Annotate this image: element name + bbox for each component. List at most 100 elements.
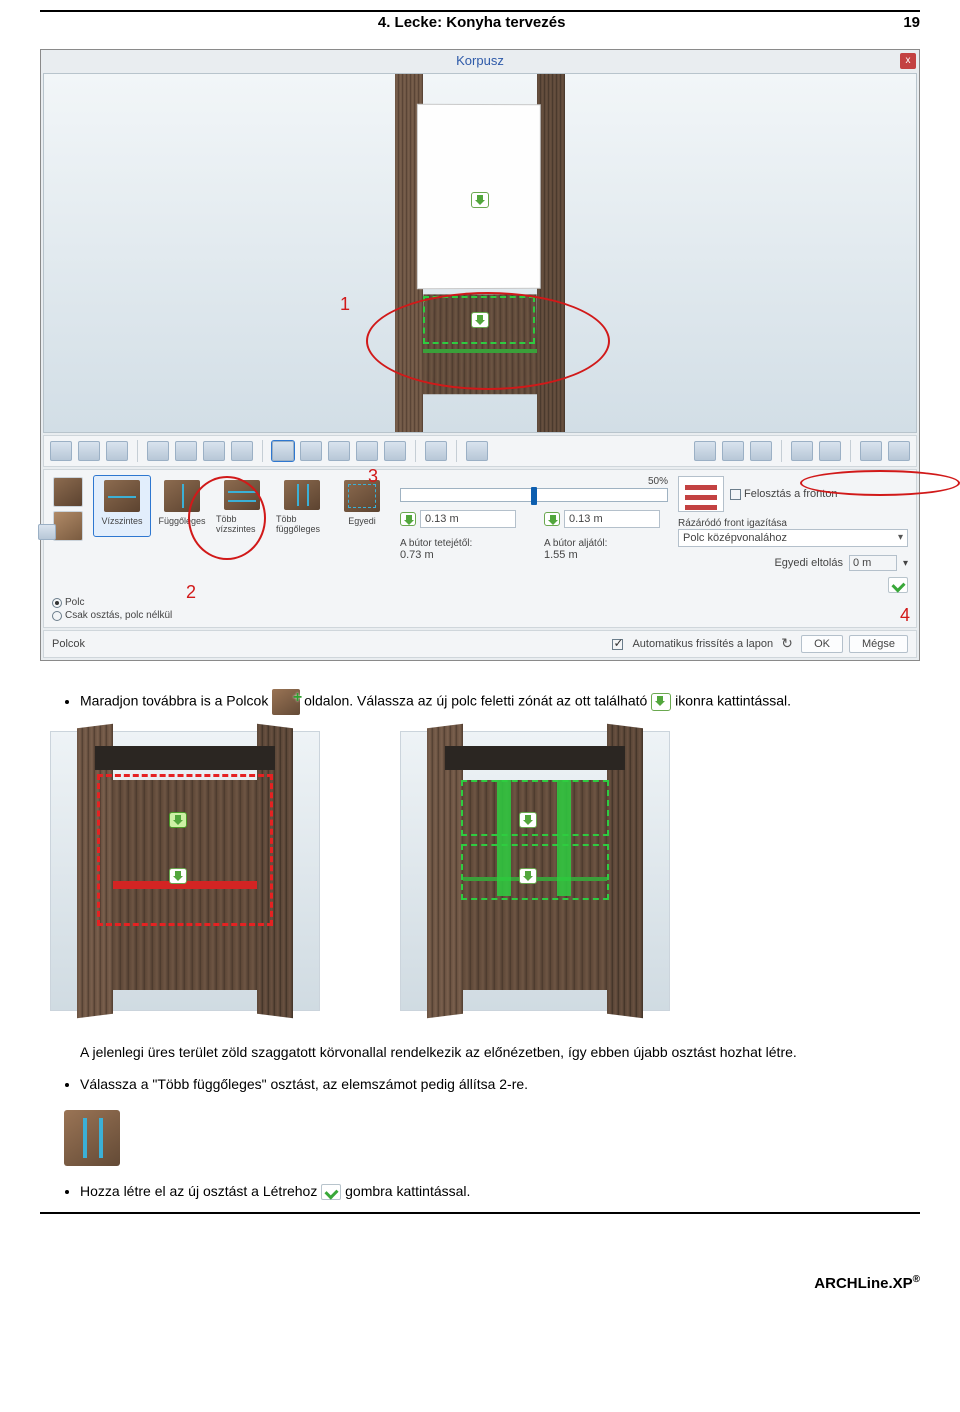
paragraph: A jelenlegi üres terület zöld szaggatott… <box>80 1041 920 1063</box>
middle-column: 50% 3 0.13 m 0.13 m A bútor <box>400 476 668 561</box>
create-check-button[interactable] <box>888 577 908 593</box>
footer-left-label: Polcok <box>52 638 85 650</box>
thumb-custom[interactable]: Egyedi <box>334 476 390 536</box>
radio-polc-row[interactable]: Polc <box>52 597 908 608</box>
radio-csak-osztas[interactable] <box>52 611 62 621</box>
zone-download-icon <box>169 868 187 884</box>
separator <box>415 440 416 462</box>
tool-icon[interactable] <box>722 441 744 461</box>
dim-right-input[interactable]: 0.13 m <box>564 510 660 528</box>
thumb-label: Vízszintes <box>101 516 142 526</box>
bullet-1: Maradjon továbbra is a Polcok oldalon. V… <box>80 689 920 715</box>
alignment-dropdown[interactable]: Polc középvonalához <box>678 529 908 547</box>
marker-3: 3 <box>368 466 378 487</box>
tool-icon-active[interactable] <box>272 441 294 461</box>
auto-refresh-checkbox[interactable] <box>612 639 623 650</box>
marker-4: 4 <box>900 605 910 626</box>
tool-icon[interactable] <box>384 441 406 461</box>
dim-right-field: 0.13 m <box>544 510 668 528</box>
tool-icon[interactable] <box>466 441 488 461</box>
separator <box>262 440 263 462</box>
tool-icon[interactable] <box>356 441 378 461</box>
zone-download-icon <box>519 812 537 828</box>
tool-icon[interactable] <box>147 441 169 461</box>
tool-icon[interactable] <box>750 441 772 461</box>
undo-icon[interactable] <box>791 441 813 461</box>
marker-1: 1 <box>340 294 350 315</box>
zone-download-icon <box>169 812 187 828</box>
mini-thumb[interactable] <box>53 511 83 541</box>
mini-thumb[interactable] <box>53 477 83 507</box>
zone-download-icon <box>519 868 537 884</box>
header-rule <box>40 10 920 12</box>
offset-input[interactable]: 0 m <box>849 555 897 571</box>
cancel-button[interactable]: Mégse <box>849 635 908 653</box>
preview-viewport[interactable]: 1 <box>43 73 917 433</box>
preview-after <box>400 731 670 1011</box>
bottom-dist-value: 1.55 m <box>544 549 668 561</box>
vertical-selection <box>557 780 571 896</box>
thumb-label: Egyedi <box>348 516 376 526</box>
auto-refresh-label: Automatikus frissítés a lapon <box>632 638 773 650</box>
tool-icon[interactable] <box>328 441 350 461</box>
radio-csak-osztas-label: Csak osztás, polc nélkül <box>65 610 172 621</box>
dim-left-field: 0.13 m <box>400 510 524 528</box>
slider-handle[interactable] <box>531 487 537 505</box>
tool-icon[interactable] <box>106 441 128 461</box>
marker-2: 2 <box>186 582 196 603</box>
preview-images-row <box>50 731 920 1011</box>
tool-icon[interactable] <box>694 441 716 461</box>
tool-icon[interactable] <box>203 441 225 461</box>
razarodo-label: Rázáródó front igazítása <box>678 518 908 529</box>
tool-icon[interactable] <box>300 441 322 461</box>
front-checkbox[interactable] <box>730 489 741 500</box>
eltolas-label: Egyedi eltolás <box>774 557 843 569</box>
zoom-in-icon[interactable] <box>860 441 882 461</box>
separator <box>850 440 851 462</box>
tool-icon[interactable] <box>50 441 72 461</box>
create-check-icon <box>321 1184 341 1200</box>
zone-download-icon[interactable] <box>471 192 489 208</box>
download-icon[interactable] <box>544 512 560 526</box>
annotation-ellipse-3 <box>800 470 960 496</box>
page-header: 4. Lecke: Konyha tervezés 19 <box>40 14 920 31</box>
brand-footer: ARCHLine.XP® <box>40 1274 920 1292</box>
refresh-icon[interactable] <box>779 636 795 652</box>
dim-left-input[interactable]: 0.13 m <box>420 510 516 528</box>
redo-icon[interactable] <box>819 441 841 461</box>
bottom-dist-label: A bútor aljától: <box>544 538 668 549</box>
tool-icon[interactable] <box>78 441 100 461</box>
dialog-close-button[interactable]: x <box>900 53 916 69</box>
separator <box>781 440 782 462</box>
radio-polc-label: Polc <box>65 597 84 608</box>
front-icon[interactable] <box>678 476 724 512</box>
bullet-3: Hozza létre el az új osztást a Létrehoz … <box>80 1180 920 1202</box>
tool-icon[interactable] <box>425 441 447 461</box>
thumb-multi-vertical[interactable]: Több függőleges <box>274 476 330 536</box>
preview-before <box>50 731 320 1011</box>
annotation-ellipse-1 <box>366 292 610 390</box>
zoom-fit-icon[interactable] <box>888 441 910 461</box>
tool-icon[interactable] <box>175 441 197 461</box>
split-slider[interactable] <box>400 488 668 502</box>
thumb-horizontal[interactable]: Vízszintes <box>94 476 150 536</box>
header-title: 4. Lecke: Konyha tervezés <box>378 14 566 31</box>
radio-polc[interactable] <box>52 598 62 608</box>
red-dashed-outline <box>97 774 273 926</box>
download-icon[interactable] <box>400 512 416 526</box>
slider-label: 50% <box>400 476 668 487</box>
footer-rule <box>40 1212 920 1214</box>
top-dist-value: 0.73 m <box>400 549 524 561</box>
separator <box>456 440 457 462</box>
korpusz-dialog: Korpusz x 1 <box>40 49 920 661</box>
zone-download-icon <box>651 693 671 711</box>
panel-icon[interactable] <box>38 524 56 540</box>
toolbar-main <box>43 435 917 467</box>
radio-csak-osztas-row[interactable]: Csak osztás, polc nélkül <box>52 610 908 621</box>
ok-button[interactable]: OK <box>801 635 843 653</box>
multi-vertical-large-icon <box>64 1110 120 1166</box>
bullet-2: Válassza a "Több függőleges" osztást, az… <box>80 1073 920 1095</box>
page-number: 19 <box>903 14 920 31</box>
cabinet-top <box>445 746 625 770</box>
tool-icon[interactable] <box>231 441 253 461</box>
